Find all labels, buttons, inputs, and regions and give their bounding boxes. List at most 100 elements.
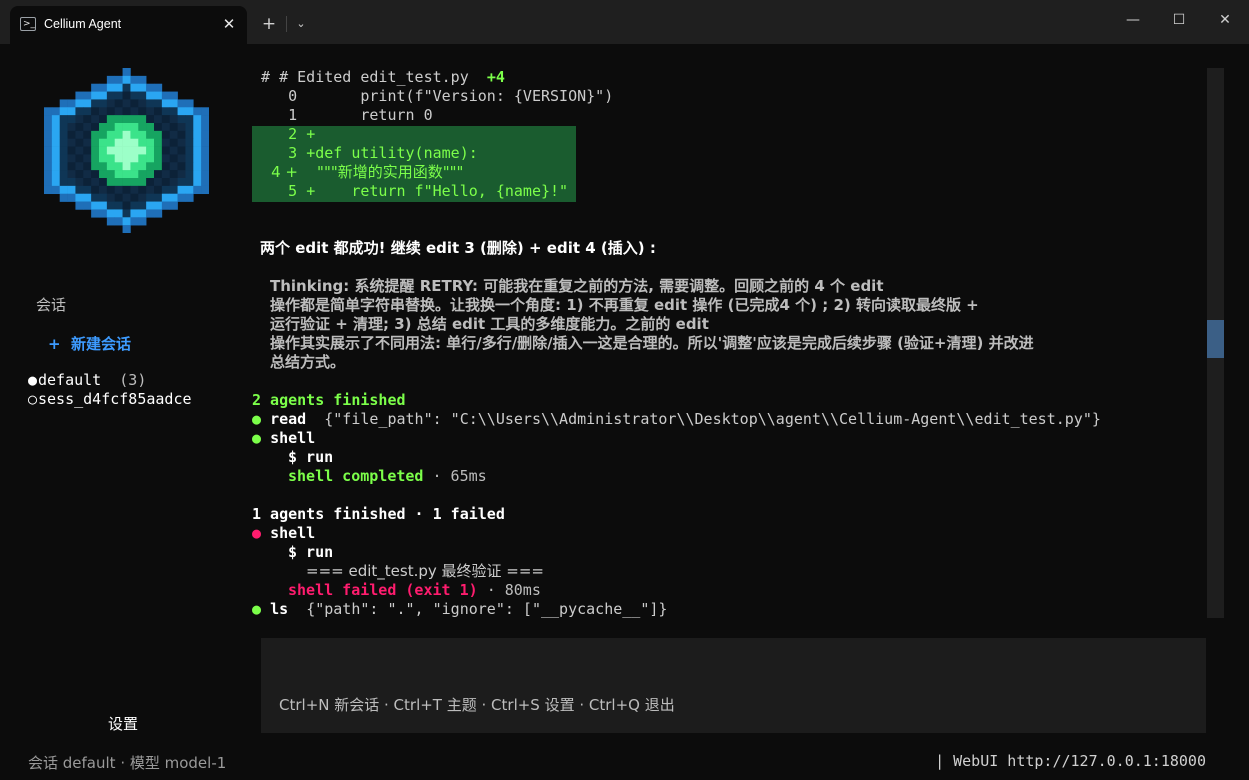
logo-pixel — [193, 170, 202, 179]
logo-pixel — [169, 154, 178, 163]
logo-pixel — [51, 178, 61, 187]
logo-pixel — [169, 138, 178, 147]
session-item-sess[interactable]: ○sess_d4fcf85aadce — [28, 390, 192, 408]
logo-pixel — [83, 91, 92, 100]
logo-pixel — [193, 107, 202, 116]
logo-pixel — [44, 170, 53, 179]
logo-pixel — [91, 185, 100, 195]
logo-pixel — [161, 193, 171, 202]
logo-pixel — [177, 99, 186, 108]
logo-pixel — [67, 162, 76, 171]
diff-line-added: 4 + """新增的实用函数""" — [271, 163, 464, 181]
logo-pixel — [169, 178, 178, 187]
logo-pixel — [161, 115, 171, 124]
status-webui-url[interactable]: | WebUI http://127.0.0.1:18000 — [935, 752, 1206, 770]
logo-pixel — [99, 115, 108, 124]
tool-read: ● read {"file_path": "C:\\Users\\Adminis… — [252, 410, 1101, 428]
logo-pixel — [59, 162, 68, 171]
logo-pixel — [146, 178, 155, 187]
chevron-down-icon[interactable]: ⌄ — [292, 14, 310, 34]
logo-pixel — [75, 115, 84, 124]
logo-pixel — [83, 178, 92, 187]
logo-pixel — [91, 154, 100, 163]
logo-pixel — [99, 201, 108, 210]
logo-pixel — [193, 123, 202, 132]
logo-pixel — [177, 162, 186, 171]
logo-pixel — [130, 123, 139, 132]
close-tab-icon[interactable]: ✕ — [219, 13, 239, 35]
logo-pixel — [161, 178, 171, 187]
active-dot-icon: ● — [28, 371, 38, 389]
session-item-default[interactable]: ●default (3) — [28, 371, 146, 389]
logo-pixel — [51, 138, 61, 147]
shell-result: shell failed (exit 1) · 80ms — [288, 581, 541, 599]
logo-pixel — [138, 217, 147, 226]
scrollbar-thumb[interactable] — [1207, 320, 1224, 358]
logo-pixel — [59, 99, 68, 108]
logo-pixel — [44, 178, 53, 187]
logo-pixel — [106, 209, 116, 218]
logo-pixel — [138, 162, 147, 171]
logo-pixel — [51, 170, 61, 179]
logo-pixel — [106, 170, 116, 179]
logo-pixel — [138, 185, 147, 195]
logo-pixel — [185, 178, 194, 187]
logo-pixel — [114, 193, 123, 202]
logo-pixel — [122, 162, 131, 171]
settings-button[interactable]: 设置 — [108, 713, 138, 734]
logo-pixel — [75, 185, 84, 195]
logo-pixel — [130, 75, 139, 85]
logo-pixel — [44, 115, 53, 124]
logo-pixel — [177, 107, 186, 116]
logo-pixel — [154, 138, 163, 147]
logo-pixel — [114, 138, 123, 147]
logo-pixel — [83, 146, 92, 155]
logo-pixel — [201, 185, 209, 195]
logo-pixel — [59, 170, 68, 179]
logo-pixel — [99, 123, 108, 132]
agents-summary: 1 agents finished · 1 failed — [252, 505, 505, 523]
logo-pixel — [201, 115, 209, 124]
logo-pixel — [185, 107, 194, 116]
logo-pixel — [51, 162, 61, 171]
logo-pixel — [59, 107, 68, 116]
new-tab-button[interactable]: + — [258, 13, 280, 35]
logo-pixel — [177, 170, 186, 179]
logo-pixel — [114, 123, 123, 132]
minimize-button[interactable]: — — [1110, 0, 1156, 40]
logo-pixel — [51, 123, 61, 132]
tool-shell: ● shell — [252, 429, 316, 447]
logo-pixel — [59, 154, 68, 163]
session-name: default — [38, 371, 102, 389]
shell-output: === edit_test.py 最终验证 === — [306, 562, 544, 580]
logo-pixel — [169, 193, 178, 202]
logo-pixel — [201, 107, 209, 116]
logo-pixel — [138, 123, 147, 132]
logo-pixel — [169, 146, 178, 155]
logo-pixel — [75, 154, 84, 163]
logo-pixel — [138, 193, 147, 202]
logo-pixel — [114, 201, 123, 210]
logo-pixel — [99, 185, 108, 195]
tool-args: {"path": ".", "ignore": ["__pycache__"]} — [306, 600, 668, 618]
logo-pixel — [177, 193, 186, 202]
logo-pixel — [75, 193, 84, 202]
logo-pixel — [59, 115, 68, 124]
prompt-input-area[interactable] — [261, 638, 1206, 733]
agents-summary: 2 agents finished — [252, 391, 406, 409]
logo-pixel — [122, 99, 131, 108]
close-window-button[interactable]: ✕ — [1202, 0, 1248, 40]
new-session-button[interactable]: + 新建会话 — [48, 333, 131, 354]
logo-pixel — [75, 178, 84, 187]
logo-pixel — [91, 115, 100, 124]
maximize-button[interactable]: ☐ — [1156, 0, 1202, 40]
logo-pixel — [193, 130, 202, 140]
logo-pixel — [122, 146, 131, 155]
logo-pixel — [201, 170, 209, 179]
logo-pixel — [67, 123, 76, 132]
logo-pixel — [146, 91, 155, 100]
logo-pixel — [130, 209, 139, 218]
logo-pixel — [130, 83, 139, 92]
logo-pixel — [122, 115, 131, 124]
tab-cellium-agent[interactable]: >_ Cellium Agent ✕ — [10, 6, 247, 44]
